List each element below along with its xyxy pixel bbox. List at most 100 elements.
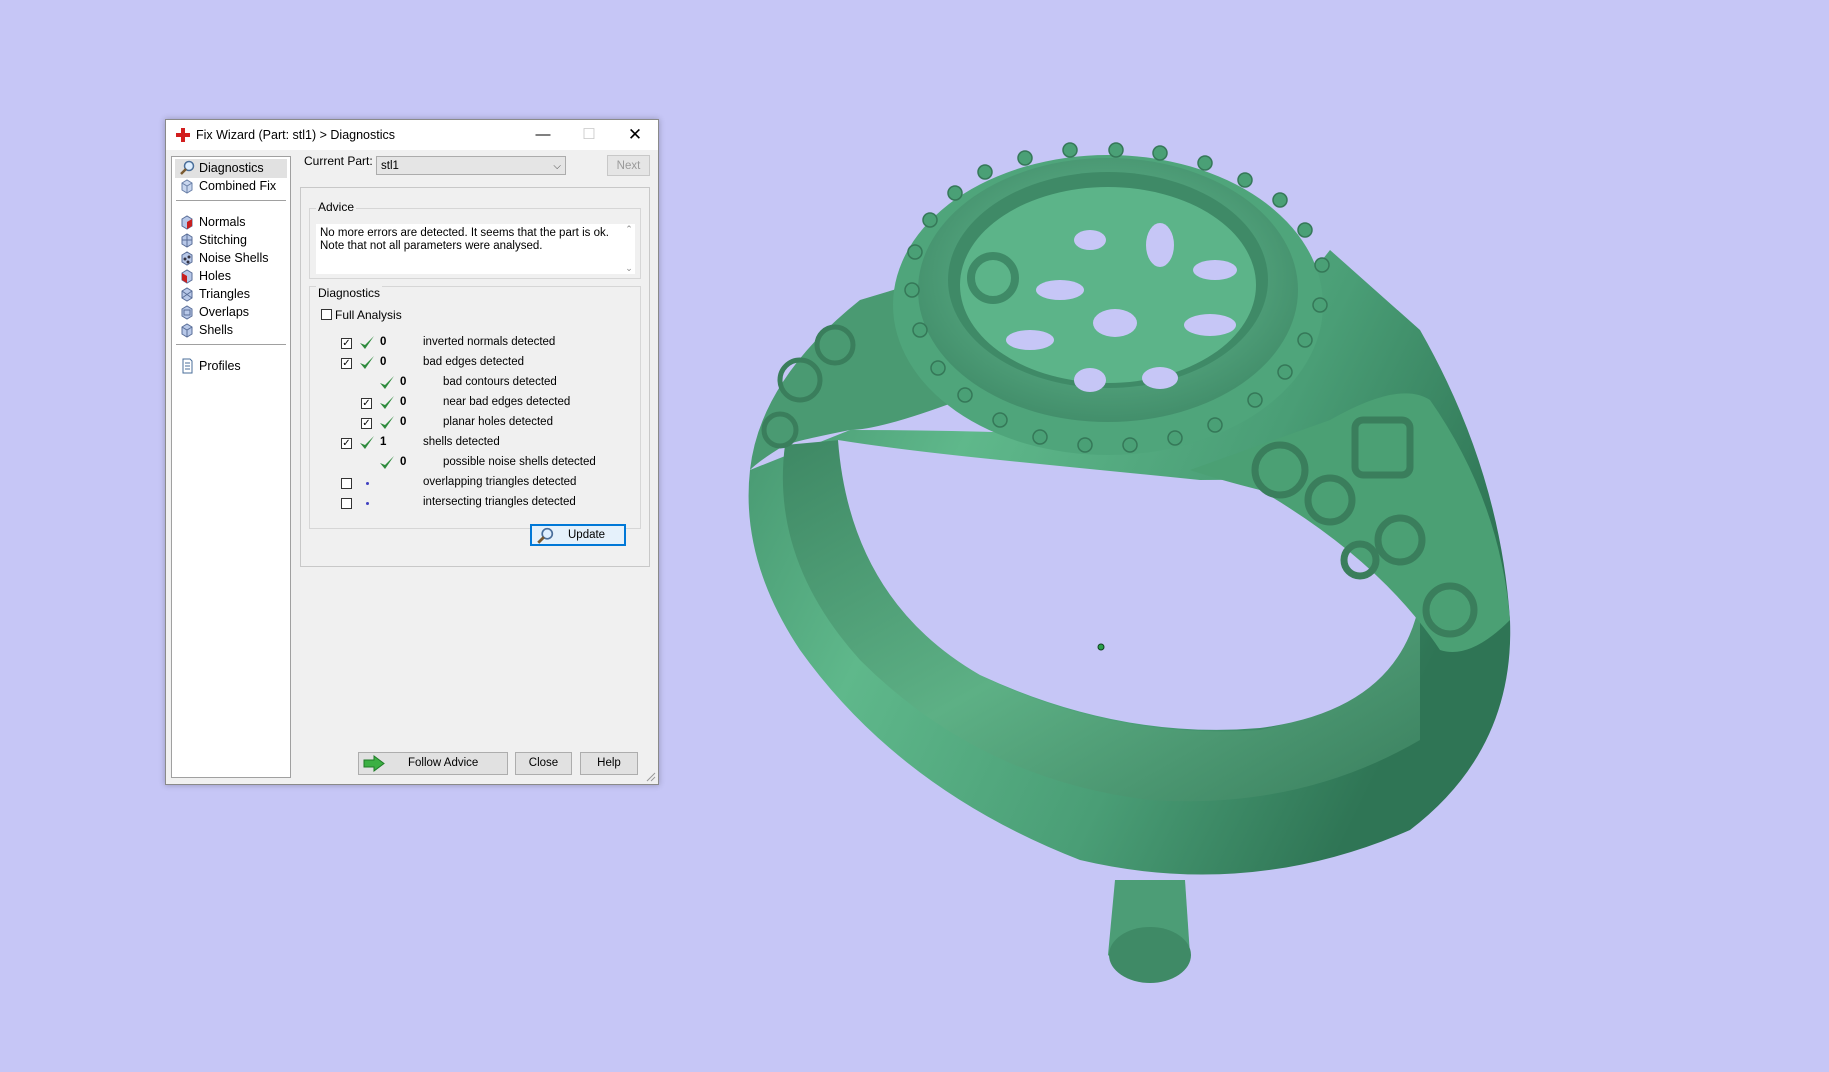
diagnostic-count: 1	[380, 436, 387, 448]
magnifier-icon	[537, 527, 554, 544]
nav-item-profiles[interactable]: Profiles	[175, 357, 287, 376]
follow-advice-button[interactable]: Follow Advice	[358, 752, 508, 775]
ring-model[interactable]	[748, 142, 1511, 983]
nav-separator	[176, 200, 286, 201]
nav-item-combined-fix[interactable]: Combined Fix	[175, 177, 287, 196]
nav-label: Profiles	[199, 359, 241, 373]
diagnostic-label: inverted normals detected	[423, 336, 556, 348]
diagnostic-label: shells detected	[423, 436, 500, 448]
document-icon	[182, 358, 193, 374]
inverted-normals-checkbox[interactable]: ✓	[341, 338, 352, 349]
diagnostics-group-title: Diagnostics	[316, 286, 383, 300]
minimize-button[interactable]: —	[520, 120, 566, 150]
diagnostic-count: 0	[400, 396, 407, 408]
resize-grip-icon[interactable]	[644, 770, 656, 782]
nav-separator	[176, 344, 286, 345]
chevron-down-icon: ⌵	[553, 161, 561, 172]
bad-edges-checkbox[interactable]: ✓	[341, 358, 352, 369]
nav-item-noise-shells[interactable]: Noise Shells	[175, 249, 287, 268]
fix-wizard-dialog: Fix Wizard (Part: stl1) > Diagnostics — …	[165, 119, 659, 785]
full-analysis-label: Full Analysis	[335, 308, 402, 322]
nav-label: Noise Shells	[199, 251, 269, 265]
check-mark-icon	[380, 376, 394, 389]
planar-holes-checkbox[interactable]: ✓	[361, 418, 372, 429]
update-label: Update	[568, 529, 606, 541]
diagnostic-label: possible noise shells detected	[443, 456, 596, 468]
ring-sprue-base	[1109, 927, 1191, 983]
next-button[interactable]: Next	[607, 155, 650, 176]
close-button[interactable]: Close	[515, 752, 572, 775]
diagnostic-count: 0	[380, 356, 387, 368]
check-mark-icon	[360, 436, 374, 449]
advice-group-title: Advice	[316, 200, 357, 214]
nav-label: Combined Fix	[199, 179, 277, 193]
holes-cube-icon	[181, 269, 193, 284]
ring-head-setting	[960, 187, 1256, 383]
nav-label: Overlaps	[199, 305, 250, 319]
green-arrow-icon	[363, 755, 385, 772]
rotation-center-marker	[1097, 643, 1105, 651]
near-bad-edges-checkbox[interactable]: ✓	[361, 398, 372, 409]
nav-label: Holes	[199, 269, 231, 283]
overlaps-cube-icon	[181, 305, 193, 320]
nav-label: Normals	[199, 215, 246, 229]
triangles-cube-icon	[181, 287, 193, 302]
diagnostic-label: planar holes detected	[443, 416, 553, 428]
shells-cube-icon	[181, 323, 193, 338]
maximize-button[interactable]: ☐	[566, 120, 612, 150]
check-mark-icon	[380, 456, 394, 469]
check-mark-icon	[380, 416, 394, 429]
scroll-down-icon: ⌄	[625, 263, 633, 273]
intersecting-triangles-checkbox[interactable]	[341, 498, 352, 509]
current-part-value: stl1	[381, 160, 399, 172]
current-part-dropdown[interactable]: stl1 ⌵	[376, 156, 566, 175]
diagnostic-count: 0	[400, 376, 407, 388]
nav-item-shells[interactable]: Shells	[175, 321, 287, 340]
close-window-button[interactable]: ✕	[612, 120, 658, 150]
full-analysis-checkbox[interactable]	[321, 309, 332, 320]
window-title: Fix Wizard (Part: stl1) > Diagnostics	[196, 128, 396, 142]
check-mark-icon	[360, 356, 374, 369]
diagnostic-count: 0	[380, 336, 387, 348]
nav-item-stitching[interactable]: Stitching	[175, 231, 287, 250]
scroll-up-icon: ⌃	[625, 224, 633, 234]
advice-scrollbar[interactable]: ⌃ ⌄	[623, 224, 635, 274]
nav-item-diagnostics[interactable]: Diagnostics	[175, 159, 287, 178]
diagnostic-label: bad contours detected	[443, 376, 557, 388]
title-bar[interactable]: Fix Wizard (Part: stl1) > Diagnostics — …	[166, 120, 658, 150]
nav-item-normals[interactable]: Normals	[175, 213, 287, 232]
not-analysed-dot-icon	[366, 502, 369, 505]
help-button[interactable]: Help	[580, 752, 638, 775]
cube-icon	[181, 179, 193, 194]
nav-item-holes[interactable]: Holes	[175, 267, 287, 286]
noise-shells-cube-icon	[181, 251, 193, 266]
overlapping-triangles-checkbox[interactable]	[341, 478, 352, 489]
red-cross-icon	[176, 128, 190, 142]
advice-line: Note that not all parameters were analys…	[320, 240, 543, 252]
diagnostic-label: intersecting triangles detected	[423, 496, 576, 508]
diagnostic-label: near bad edges detected	[443, 396, 571, 408]
diagnostic-count: 0	[400, 416, 407, 428]
not-analysed-dot-icon	[366, 482, 369, 485]
check-mark-icon	[380, 396, 394, 409]
nav-item-overlaps[interactable]: Overlaps	[175, 303, 287, 322]
diagnostic-label: bad edges detected	[423, 356, 525, 368]
stitching-cube-icon	[181, 233, 193, 248]
check-mark-icon	[360, 336, 374, 349]
diagnostic-label: overlapping triangles detected	[423, 476, 577, 488]
wizard-nav-panel: Diagnostics Combined Fix Normals Stitchi…	[171, 156, 291, 778]
shells-checkbox[interactable]: ✓	[341, 438, 352, 449]
magnifier-icon	[180, 160, 195, 175]
follow-advice-label: Follow Advice	[408, 757, 479, 769]
nav-label: Diagnostics	[199, 161, 264, 175]
advice-textbox: No more errors are detected. It seems th…	[316, 224, 623, 274]
update-button[interactable]: Update	[530, 524, 626, 546]
current-part-label: Current Part:	[304, 154, 373, 168]
advice-line: No more errors are detected. It seems th…	[320, 227, 609, 239]
nav-label: Triangles	[199, 287, 250, 301]
diagnostic-count: 0	[400, 456, 407, 468]
nav-item-triangles[interactable]: Triangles	[175, 285, 287, 304]
nav-label: Shells	[199, 323, 234, 337]
normals-cube-icon	[181, 215, 193, 230]
nav-label: Stitching	[199, 233, 247, 247]
